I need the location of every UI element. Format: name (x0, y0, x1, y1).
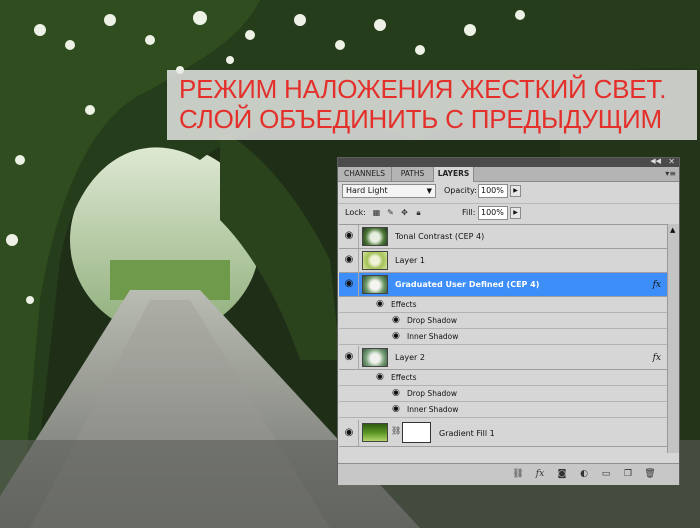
effect-row[interactable]: ◉ Inner Shadow (339, 329, 667, 345)
blend-row: Hard Light ▼ Opacity: 100% ▶ (338, 182, 679, 202)
effects-row[interactable]: ◉ Effects (339, 370, 667, 386)
blend-mode-value: Hard Light (346, 186, 388, 195)
effect-row[interactable]: ◉ Drop Shadow (339, 313, 667, 329)
eye-icon[interactable]: ◉ (342, 278, 356, 290)
lock-move-icon[interactable]: ✥ (400, 208, 409, 217)
layer-name: Gradient Fill 1 (439, 429, 495, 438)
layer-name: Layer 1 (395, 256, 425, 265)
eye-icon[interactable]: ◉ (342, 351, 356, 363)
layer-name: Tonal Contrast (CEP 4) (395, 232, 485, 241)
layer-row[interactable]: ◉ Layer 2 fx (339, 346, 667, 370)
chevron-down-icon: ▼ (426, 187, 432, 195)
layer-thumbnail (362, 227, 388, 246)
caption-line-2: СЛОЙ ОБЪЕДИНИТЬ С ПРЕДЫДУЩИМ (179, 104, 662, 134)
fill-arrow-icon[interactable]: ▶ (510, 207, 521, 219)
layer-row[interactable]: ◉ Layer 1 (339, 249, 667, 273)
effect-row[interactable]: ◉ Drop Shadow (339, 386, 667, 402)
new-layer-icon[interactable]: ❐ (622, 468, 634, 480)
new-group-icon[interactable]: ▭ (600, 468, 612, 480)
effects-row[interactable]: ◉ Effects (339, 297, 667, 313)
effects-label: Effects (391, 300, 417, 309)
mask-thumbnail[interactable] (402, 422, 431, 443)
tab-channels[interactable]: CHANNELS (338, 167, 392, 181)
panel-tabs: CHANNELS PATHS LAYERS ▾≡ (338, 167, 679, 182)
fx-icon[interactable]: fx (653, 346, 661, 370)
layer-thumbnail (362, 251, 388, 270)
effect-name: Drop Shadow (407, 389, 458, 398)
eye-icon[interactable]: ◉ (392, 331, 400, 342)
lock-row: Lock: ▦ ✎ ✥ 🔒︎ Fill: 100% ▶ (338, 203, 679, 222)
layer-name: Graduated User Defined (CEP 4) (395, 280, 540, 289)
scroll-up-icon[interactable]: ▲ (670, 226, 675, 234)
opacity-input[interactable]: 100% (478, 184, 508, 198)
eye-icon[interactable]: ◉ (376, 299, 384, 310)
chain-link-icon[interactable]: ⛓ (391, 426, 401, 435)
layer-row[interactable]: ◉ Tonal Contrast (CEP 4) (339, 225, 667, 249)
layers-list: ◉ Tonal Contrast (CEP 4) ◉ Layer 1 ◉ Gra… (339, 224, 667, 454)
caption-overlay: РЕЖИМ НАЛОЖЕНИЯ ЖЕСТКИЙ СВЕТ. СЛОЙ ОБЪЕД… (167, 70, 697, 140)
layer-name: Layer 2 (395, 353, 425, 362)
opacity-label: Opacity: (444, 186, 477, 195)
collapse-icon[interactable]: ◀◀ (650, 157, 661, 166)
eye-icon[interactable]: ◉ (392, 388, 400, 399)
adjustment-layer-icon[interactable]: ◐ (578, 468, 590, 480)
eye-icon[interactable]: ◉ (376, 372, 384, 383)
layer-thumbnail (362, 275, 388, 294)
gradient-thumbnail (362, 423, 388, 442)
panel-menu-icon[interactable]: ▾≡ (665, 168, 676, 180)
effect-name: Inner Shadow (407, 405, 459, 414)
link-layers-icon[interactable]: ⛓ (512, 468, 524, 480)
layers-panel: ◀◀ ✕ CHANNELS PATHS LAYERS ▾≡ Hard Light… (337, 157, 680, 485)
effect-name: Inner Shadow (407, 332, 459, 341)
add-mask-icon[interactable]: ◙ (556, 468, 568, 480)
panel-bottom-toolbar: ⛓ fx ◙ ◐ ▭ ❐ 🗑︎ (338, 463, 679, 485)
fill-label: Fill: (462, 208, 476, 217)
effects-label: Effects (391, 373, 417, 382)
close-icon[interactable]: ✕ (668, 157, 675, 166)
eye-icon[interactable]: ◉ (342, 427, 356, 439)
lock-brush-icon[interactable]: ✎ (386, 208, 395, 217)
layer-row[interactable]: ◉ ⛓ Gradient Fill 1 (339, 420, 667, 447)
eye-icon[interactable]: ◉ (392, 315, 400, 326)
lock-transparency-icon[interactable]: ▦ (372, 208, 381, 217)
layer-thumbnail (362, 348, 388, 367)
lock-all-icon[interactable]: 🔒︎ (414, 208, 423, 217)
lock-label: Lock: (345, 208, 366, 217)
layer-row-selected[interactable]: ◉ Graduated User Defined (CEP 4) fx (339, 273, 667, 297)
tab-layers[interactable]: LAYERS (434, 167, 474, 182)
trash-icon[interactable]: 🗑︎ (644, 468, 656, 480)
eye-icon[interactable]: ◉ (342, 230, 356, 242)
layers-scrollbar[interactable]: ▲ (667, 224, 679, 453)
eye-icon[interactable]: ◉ (392, 404, 400, 415)
fill-input[interactable]: 100% (478, 206, 508, 220)
opacity-arrow-icon[interactable]: ▶ (510, 185, 521, 197)
effect-name: Drop Shadow (407, 316, 458, 325)
eye-icon[interactable]: ◉ (342, 254, 356, 266)
effect-row[interactable]: ◉ Inner Shadow (339, 402, 667, 418)
fx-icon[interactable]: fx (534, 468, 546, 480)
blend-mode-select[interactable]: Hard Light ▼ (342, 184, 436, 198)
tab-paths[interactable]: PATHS (392, 167, 434, 181)
fx-icon[interactable]: fx (653, 273, 661, 297)
caption-line-1: РЕЖИМ НАЛОЖЕНИЯ ЖЕСТКИЙ СВЕТ. (179, 74, 667, 104)
panel-titlebar[interactable]: ◀◀ ✕ (338, 157, 679, 167)
